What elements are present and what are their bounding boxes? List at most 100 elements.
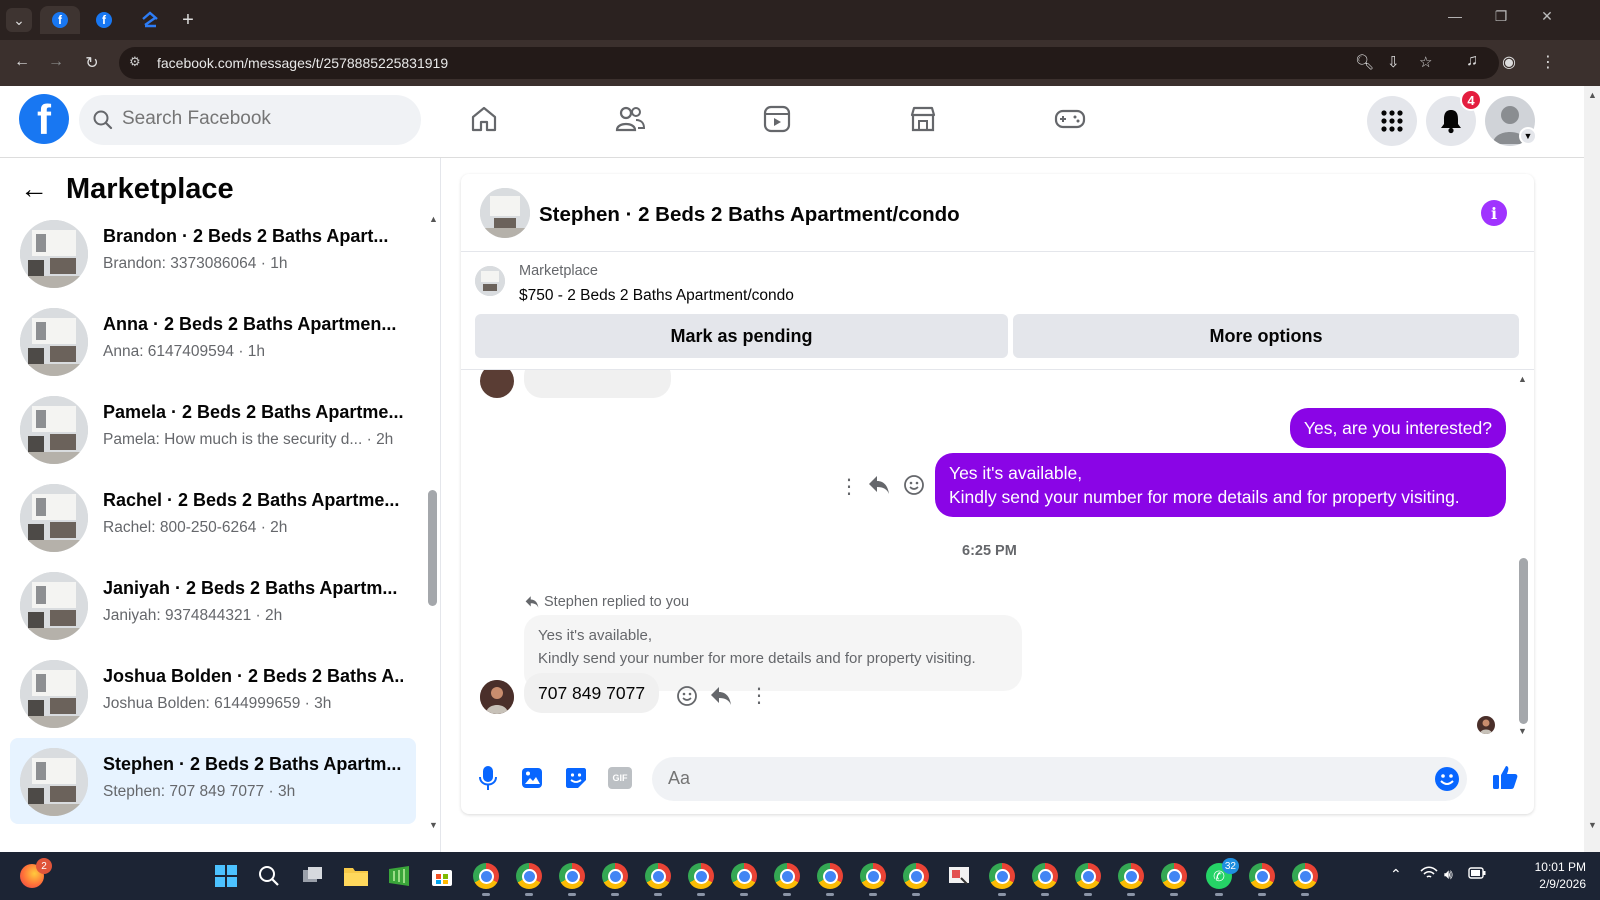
file-explorer-icon[interactable] bbox=[340, 860, 372, 892]
wifi-icon[interactable] bbox=[1420, 866, 1438, 883]
message-bubble-in[interactable]: 707 849 7077 bbox=[524, 673, 660, 713]
menu-kebab-icon[interactable]: ⋮ bbox=[1540, 52, 1556, 72]
close-window-icon[interactable]: ✕ bbox=[1532, 8, 1562, 25]
taskbar-chrome-icon[interactable] bbox=[599, 860, 631, 896]
chat-scrollbar[interactable]: ▲ ▼ bbox=[1518, 374, 1530, 740]
bookmark-star-icon[interactable]: ☆ bbox=[1419, 53, 1432, 71]
conversation-item[interactable]: Joshua Bolden · 2 Beds 2 Baths A... Joshu… bbox=[10, 650, 416, 736]
conversation-thumbnail bbox=[20, 572, 88, 640]
marketplace-icon[interactable] bbox=[906, 102, 940, 136]
menu-grid-button[interactable] bbox=[1367, 96, 1417, 146]
more-actions-icon[interactable]: ⋮ bbox=[749, 683, 769, 708]
task-view-icon[interactable] bbox=[297, 860, 329, 892]
taskbar-chrome-icon[interactable] bbox=[1289, 860, 1321, 896]
message-input-box[interactable] bbox=[652, 757, 1467, 801]
new-tab-button[interactable]: + bbox=[175, 8, 201, 32]
info-icon[interactable]: i bbox=[1481, 200, 1507, 226]
chat-listing-avatar[interactable] bbox=[480, 188, 530, 238]
address-bar[interactable]: ⚙ facebook.com/messages/t/25788852258319… bbox=[119, 47, 1499, 79]
more-actions-icon[interactable]: ⋮ bbox=[839, 474, 859, 499]
like-thumbs-up-icon[interactable] bbox=[1491, 763, 1519, 791]
facebook-logo[interactable]: f bbox=[19, 94, 69, 144]
taskbar-chrome-icon[interactable] bbox=[728, 860, 760, 896]
microsoft-store-icon[interactable] bbox=[426, 860, 458, 892]
sidebar-scrollbar[interactable]: ▲ ▼ bbox=[428, 206, 438, 836]
conversation-item[interactable]: Stephen · 2 Beds 2 Baths Apartm... Stephe… bbox=[10, 738, 416, 824]
taskbar-chrome-icon[interactable] bbox=[470, 860, 502, 896]
taskbar-firefox-icon[interactable]: 2 bbox=[16, 858, 52, 892]
zoom-icon[interactable]: 🔍︎ bbox=[1355, 53, 1374, 71]
search-box[interactable] bbox=[79, 95, 421, 145]
conversation-item[interactable]: Janiyah · 2 Beds 2 Baths Apartm... Janiya… bbox=[10, 562, 416, 648]
gif-icon[interactable]: GIF bbox=[606, 764, 634, 792]
home-icon[interactable] bbox=[467, 102, 501, 136]
taskbar-chrome-icon[interactable] bbox=[1029, 860, 1061, 896]
media-control-icon[interactable]: ♫ bbox=[1466, 52, 1478, 70]
conversation-item[interactable]: Pamela · 2 Beds 2 Baths Apartme... Pamela… bbox=[10, 386, 416, 472]
message-bubble-in-partial[interactable] bbox=[524, 370, 671, 398]
taskbar-chrome-icon[interactable] bbox=[1115, 860, 1147, 896]
taskbar-chrome-icon[interactable] bbox=[513, 860, 545, 896]
taskbar-chrome-icon[interactable] bbox=[900, 860, 932, 896]
taskbar-chrome-icon[interactable] bbox=[1072, 860, 1104, 896]
install-app-icon[interactable]: ⇩ bbox=[1387, 53, 1400, 71]
react-emoji-icon[interactable] bbox=[903, 474, 925, 501]
forward-icon[interactable]: → bbox=[46, 53, 66, 71]
tab-zillow[interactable] bbox=[134, 6, 166, 34]
taskbar-chrome-icon[interactable] bbox=[685, 860, 717, 896]
tab-search-button[interactable]: ⌄ bbox=[6, 8, 32, 32]
conversation-item[interactable]: Brandon · 2 Beds 2 Baths Apart... Brandon… bbox=[10, 210, 416, 296]
taskbar-chrome-icon[interactable] bbox=[556, 860, 588, 896]
windows-start-icon[interactable] bbox=[210, 860, 242, 892]
search-input[interactable] bbox=[122, 108, 402, 130]
whatsapp-icon[interactable]: ✆ 32 bbox=[1203, 858, 1239, 896]
reply-icon[interactable] bbox=[867, 474, 891, 501]
more-options-button[interactable]: More options bbox=[1013, 314, 1519, 358]
photo-icon[interactable] bbox=[518, 764, 546, 792]
taskbar-chrome-icon[interactable] bbox=[1158, 860, 1190, 896]
conversation-item[interactable]: Rachel · 2 Beds 2 Baths Apartme... Rachel… bbox=[10, 474, 416, 560]
taskbar-chrome-icon[interactable] bbox=[771, 860, 803, 896]
conversation-item[interactable]: Anna · 2 Beds 2 Baths Apartmen... Anna: 6… bbox=[10, 298, 416, 384]
friends-icon[interactable] bbox=[613, 102, 647, 136]
taskbar-chrome-icon[interactable] bbox=[1246, 860, 1278, 896]
reload-icon[interactable]: ↻ bbox=[82, 53, 102, 73]
chat-title[interactable]: Stephen · 2 Beds 2 Baths Apartment/condo bbox=[539, 203, 960, 227]
sidebar-header: ← Marketplace bbox=[20, 172, 234, 206]
spreadsheet-app-icon[interactable] bbox=[383, 860, 415, 892]
message-input[interactable] bbox=[668, 768, 1368, 789]
listing-thumbnail[interactable] bbox=[475, 266, 505, 296]
video-icon[interactable] bbox=[760, 102, 794, 136]
profile-icon[interactable]: ◉ bbox=[1502, 52, 1516, 72]
volume-icon[interactable]: 🔊︎ bbox=[1444, 866, 1453, 883]
emoji-picker-icon[interactable] bbox=[1434, 766, 1460, 797]
sticker-icon[interactable] bbox=[562, 764, 590, 792]
reply-icon[interactable] bbox=[709, 685, 733, 712]
system-clock[interactable]: 10:01 PM 2/9/2026 bbox=[1518, 859, 1586, 893]
taskbar-chrome-icon[interactable] bbox=[642, 860, 674, 896]
page-scrollbar[interactable]: ▲ ▼ bbox=[1584, 86, 1600, 852]
site-settings-icon[interactable]: ⚙ bbox=[129, 54, 141, 70]
maximize-icon[interactable]: ❐ bbox=[1486, 8, 1516, 25]
back-arrow-icon[interactable]: ← bbox=[20, 173, 48, 205]
mark-as-pending-button[interactable]: Mark as pending bbox=[475, 314, 1008, 358]
message-bubble-out-long[interactable]: Yes it's available, Kindly send your num… bbox=[935, 453, 1506, 517]
microphone-icon[interactable] bbox=[474, 764, 502, 792]
taskbar-chrome-icon[interactable] bbox=[814, 860, 846, 896]
account-chevron-down-icon[interactable]: ▼ bbox=[1519, 127, 1537, 145]
chat-header: Stephen · 2 Beds 2 Baths Apartment/condo… bbox=[461, 174, 1534, 252]
minimize-icon[interactable]: — bbox=[1440, 8, 1470, 24]
back-icon[interactable]: ← bbox=[12, 53, 32, 71]
listing-title[interactable]: $750 - 2 Beds 2 Baths Apartment/condo bbox=[519, 287, 794, 305]
taskbar-snipping-tool-icon[interactable] bbox=[943, 860, 975, 892]
tray-overflow-chevron-icon[interactable]: ⌃ bbox=[1390, 866, 1402, 883]
react-emoji-icon[interactable] bbox=[676, 685, 698, 712]
tab-facebook-active[interactable]: f bbox=[40, 6, 80, 34]
battery-icon[interactable] bbox=[1468, 866, 1486, 882]
tab-facebook[interactable]: f bbox=[88, 6, 120, 34]
taskbar-chrome-icon[interactable] bbox=[986, 860, 1018, 896]
taskbar-chrome-icon[interactable] bbox=[857, 860, 889, 896]
message-bubble-out[interactable]: Yes, are you interested? bbox=[1289, 408, 1506, 448]
gaming-icon[interactable] bbox=[1053, 102, 1087, 136]
taskbar-search-icon[interactable] bbox=[253, 860, 285, 892]
